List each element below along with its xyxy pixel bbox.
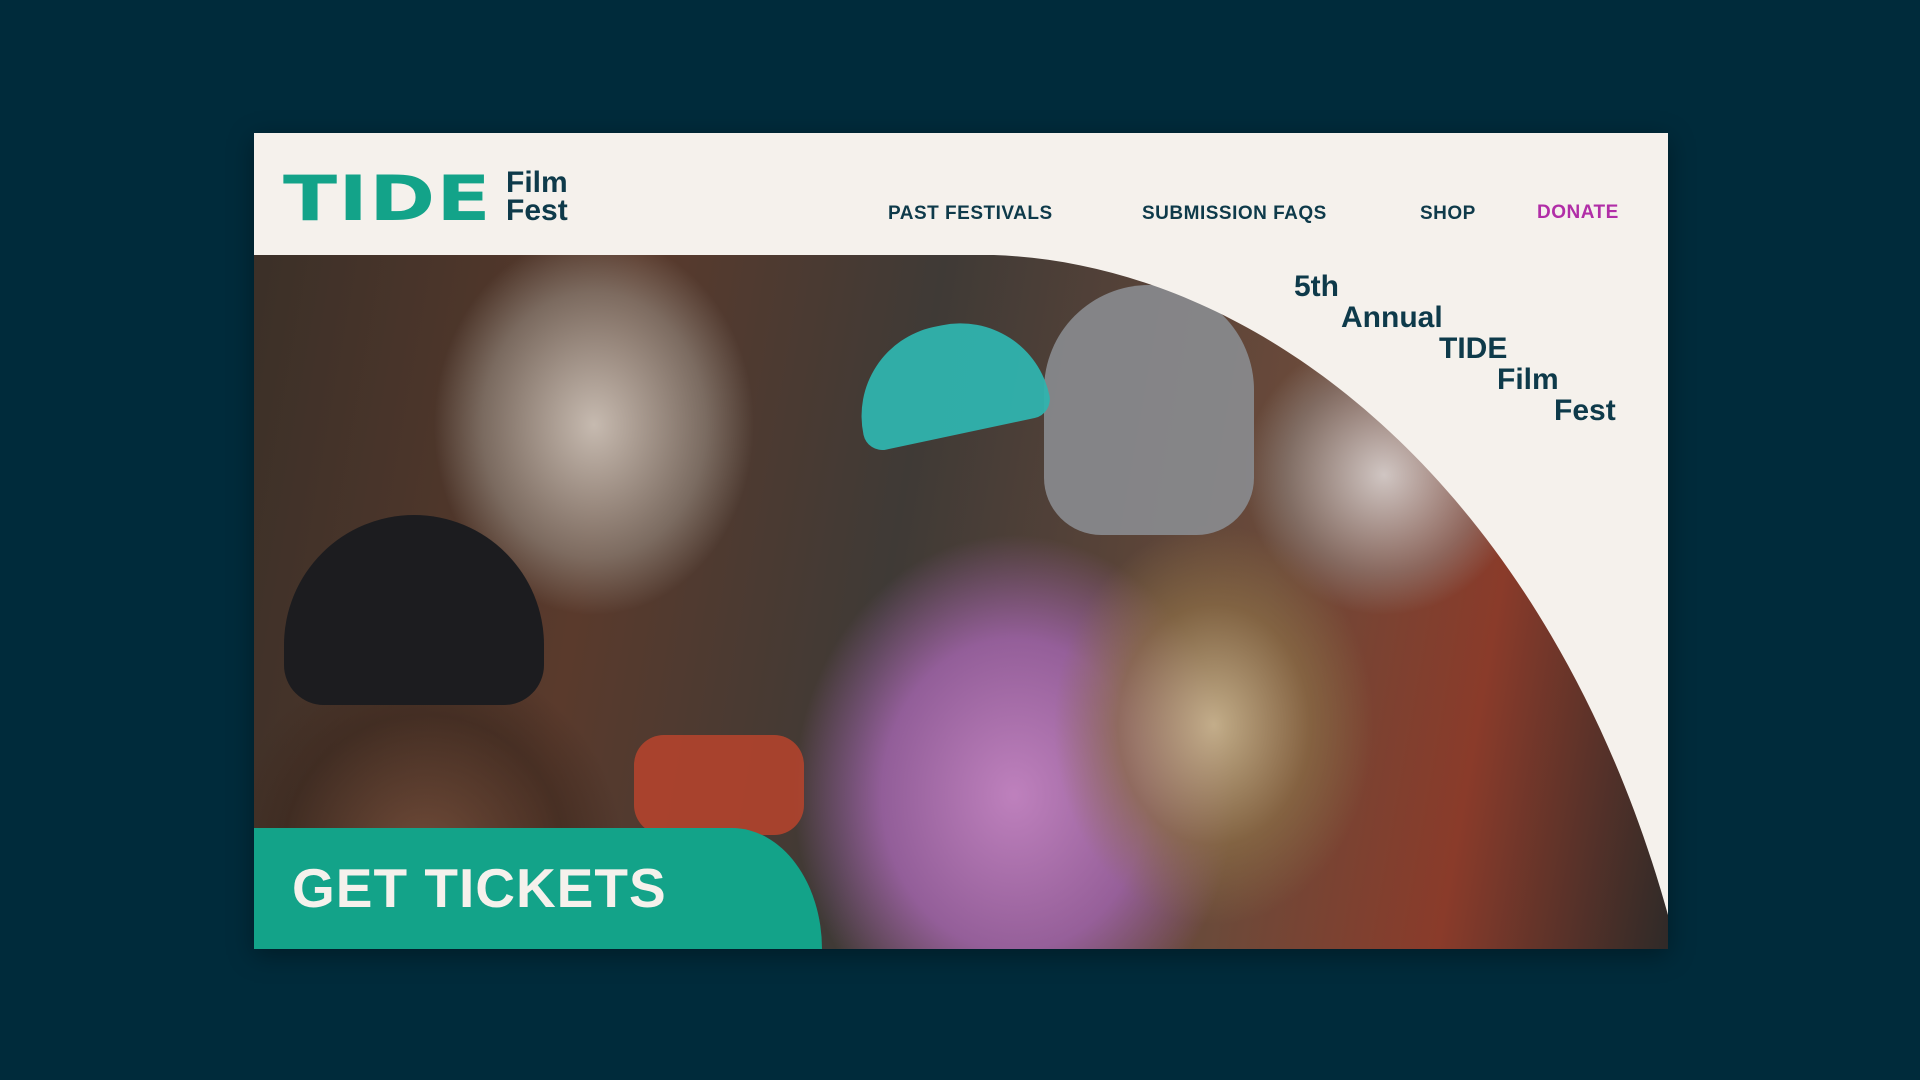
- site-header: TIDE Film Fest PAST FESTIVALS SUBMISSION…: [254, 133, 1668, 255]
- nav-shop[interactable]: SHOP: [1420, 203, 1476, 225]
- nav-submission-faqs[interactable]: SUBMISSION FAQS: [1142, 203, 1327, 225]
- hero-section: 5th Annual TIDE Film Fest GET TICKETS: [254, 255, 1668, 949]
- presentation-background: TIDE Film Fest PAST FESTIVALS SUBMISSION…: [0, 0, 1920, 1080]
- logo-wordmark: TIDE: [283, 162, 492, 235]
- get-tickets-label: GET TICKETS: [292, 857, 667, 919]
- logo-subtitle: Film Fest: [506, 166, 568, 227]
- get-tickets-button[interactable]: GET TICKETS: [254, 828, 822, 949]
- nav-past-festivals[interactable]: PAST FESTIVALS: [888, 203, 1053, 225]
- headline-line-3: TIDE: [1439, 332, 1508, 365]
- site-logo[interactable]: TIDE Film Fest: [283, 168, 568, 230]
- logo-subtitle-line1: Film: [506, 166, 568, 199]
- website-frame: TIDE Film Fest PAST FESTIVALS SUBMISSION…: [254, 133, 1668, 949]
- logo-subtitle-line2: Fest: [506, 194, 568, 227]
- headline-line-1: 5th: [1294, 270, 1339, 303]
- headline-line-2: Annual: [1341, 301, 1443, 334]
- headline-line-4: Film: [1497, 363, 1559, 396]
- nav-donate[interactable]: DONATE: [1537, 202, 1619, 224]
- curve-shape: [994, 255, 1668, 915]
- headline-line-5: Fest: [1554, 394, 1616, 427]
